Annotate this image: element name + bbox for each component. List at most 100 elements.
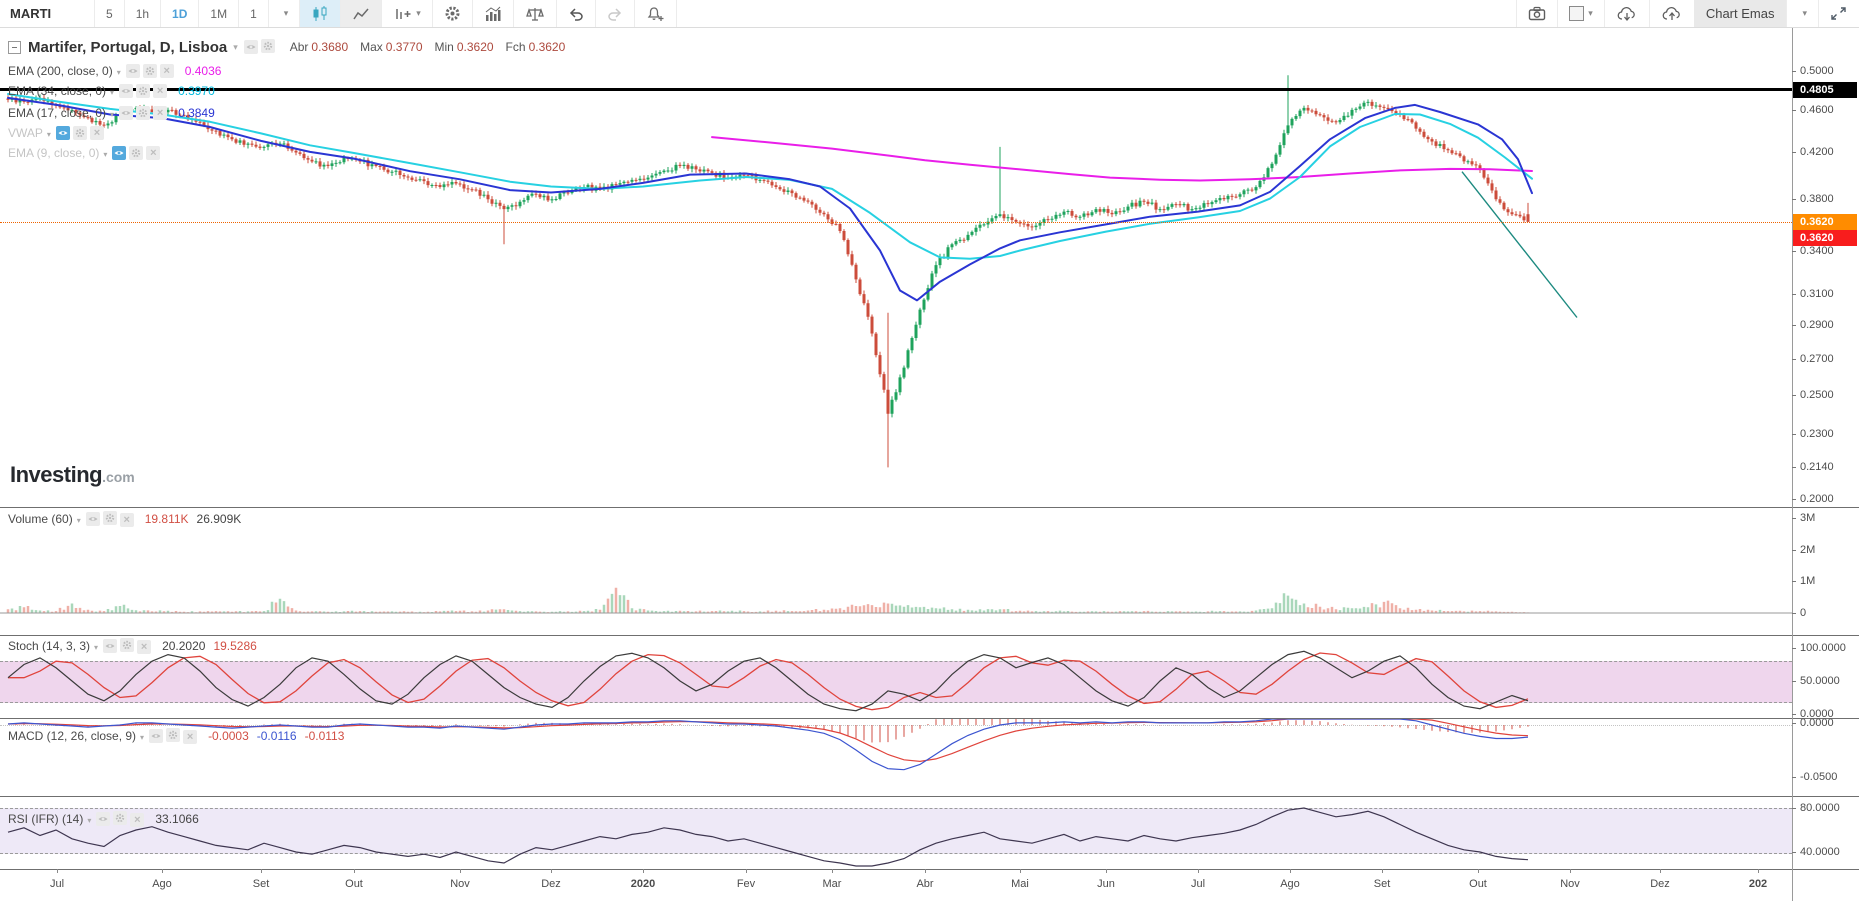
pane-separator[interactable] [0,507,1859,508]
indicator-name[interactable]: VWAP [8,126,56,140]
gear-icon-button[interactable] [136,84,150,98]
chevron-down-icon[interactable]: ▾ [233,42,238,53]
indicator-name[interactable]: EMA (9, close, 0) [8,146,112,160]
indicator-name[interactable]: EMA (17, close, 0) [8,106,119,120]
close-icon: × [150,148,156,159]
pane-separator[interactable] [0,635,1859,636]
line-chart-type-button[interactable] [341,0,382,27]
layout-square-icon [1569,6,1584,21]
load-chart-button[interactable] [1604,0,1649,27]
time-axis-label: Dez [541,878,561,890]
line-chart-icon [352,6,370,22]
gear-icon-button[interactable] [73,126,87,140]
eye-icon-button[interactable] [119,106,133,120]
eye-icon-button[interactable] [149,729,163,743]
undo-button[interactable] [557,0,596,27]
gear-icon [131,148,141,158]
axis-tick-label: 0.2700 [1800,353,1834,365]
close-icon-button[interactable]: × [153,84,167,98]
chart-canvas[interactable] [0,0,1859,901]
eye-icon-button[interactable] [112,146,126,160]
gear-icon [122,640,132,650]
interval-1h-button[interactable]: 1h [125,0,161,27]
axis-tick-mark [1792,71,1796,72]
pane-separator[interactable] [0,796,1859,797]
interval-custom-button[interactable]: 1 [239,0,269,27]
price-badge: 0.3620 [1793,214,1857,230]
pane-separator[interactable] [0,718,1859,719]
gear-icon-button[interactable] [143,64,157,78]
gear-icon-button[interactable] [120,638,134,652]
chart-settings-button[interactable] [433,0,473,27]
volume-indicator-label[interactable]: Volume (60) [8,512,86,526]
eye-icon [246,43,256,51]
eye-icon-button[interactable] [96,812,110,826]
indicator-legend-row: EMA (34, close, 0)×0.3970 [8,83,215,99]
indicator-value: 0.3849 [178,106,215,120]
saved-layout-name[interactable]: Chart Emas [1694,0,1787,27]
eye-icon [88,515,98,523]
redo-button[interactable] [596,0,635,27]
eye-icon-button[interactable] [103,639,117,653]
compare-scales-button[interactable] [514,0,557,27]
compare-instrument-button[interactable]: ▾ [382,0,433,27]
close-icon-button[interactable]: × [146,146,160,160]
indicator-name[interactable]: EMA (200, close, 0) [8,64,126,78]
interval-dropdown-button[interactable]: ▾ [269,0,301,27]
close-icon: × [134,815,140,826]
time-axis-tick [746,869,747,873]
time-axis-label: Jul [1191,878,1205,890]
save-chart-button[interactable] [1649,0,1694,27]
macd-legend-row: MACD (12, 26, close, 9) × -0.0003 -0.011… [8,728,344,744]
axis-tick-mark [1792,808,1796,809]
axis-tick-label: 1M [1800,575,1815,587]
macd-value: -0.0116 [257,729,297,743]
layout-dropdown-button[interactable]: ▾ [1786,0,1818,27]
screenshot-button[interactable] [1516,0,1557,27]
last-price-dotted-line[interactable] [0,222,1792,223]
indicator-name[interactable]: EMA (34, close, 0) [8,84,119,98]
close-icon-button[interactable]: × [183,730,197,744]
stoch-indicator-label[interactable]: Stoch (14, 3, 3) [8,639,103,653]
close-icon-button[interactable]: × [153,106,167,120]
close-icon-button[interactable]: × [120,513,134,527]
interval-5-button[interactable]: 5 [95,0,125,27]
open-label: Abr [290,40,309,54]
interval-1m-button[interactable]: 1M [199,0,239,27]
gear-icon-button[interactable] [261,39,275,53]
rsi-indicator-label[interactable]: RSI (IFR) (14) [8,812,96,826]
candlestick-chart-type-button[interactable] [300,0,341,27]
macd-indicator-label[interactable]: MACD (12, 26, close, 9) [8,729,149,743]
layout-select-button[interactable]: ▾ [1557,0,1604,27]
axis-tick-label: 0.2300 [1800,428,1834,440]
eye-icon-button[interactable] [119,84,133,98]
gear-icon-button[interactable] [103,511,117,525]
axis-tick-mark [1792,681,1796,682]
close-icon-button[interactable]: × [160,64,174,78]
eye-icon [98,815,108,823]
price-axis-border [1792,27,1793,901]
eye-icon-button[interactable] [86,512,100,526]
gear-icon-button[interactable] [136,106,150,120]
indicators-button[interactable] [473,0,514,27]
fullscreen-button[interactable] [1818,0,1859,27]
eye-icon-button[interactable] [244,40,258,54]
eye-icon [58,129,68,137]
gear-icon-button[interactable] [129,146,143,160]
time-axis-border [0,869,1859,870]
eye-icon-button[interactable] [126,64,140,78]
close-icon-button[interactable]: × [137,640,151,654]
close-icon-button[interactable]: × [90,126,104,140]
price-alert-line-black[interactable] [0,88,1792,91]
interval-1d-button[interactable]: 1D [161,0,199,27]
gear-icon-button[interactable] [166,728,180,742]
min-label: Min [435,40,454,54]
add-alert-button[interactable] [635,0,677,27]
collapse-legend-icon[interactable] [8,41,21,54]
gear-icon [145,66,155,76]
eye-icon-button[interactable] [56,126,70,140]
gear-icon-button[interactable] [113,811,127,825]
time-axis-label: Nov [1560,878,1580,890]
close-icon-button[interactable]: × [130,813,144,827]
axis-tick-mark [1792,550,1796,551]
